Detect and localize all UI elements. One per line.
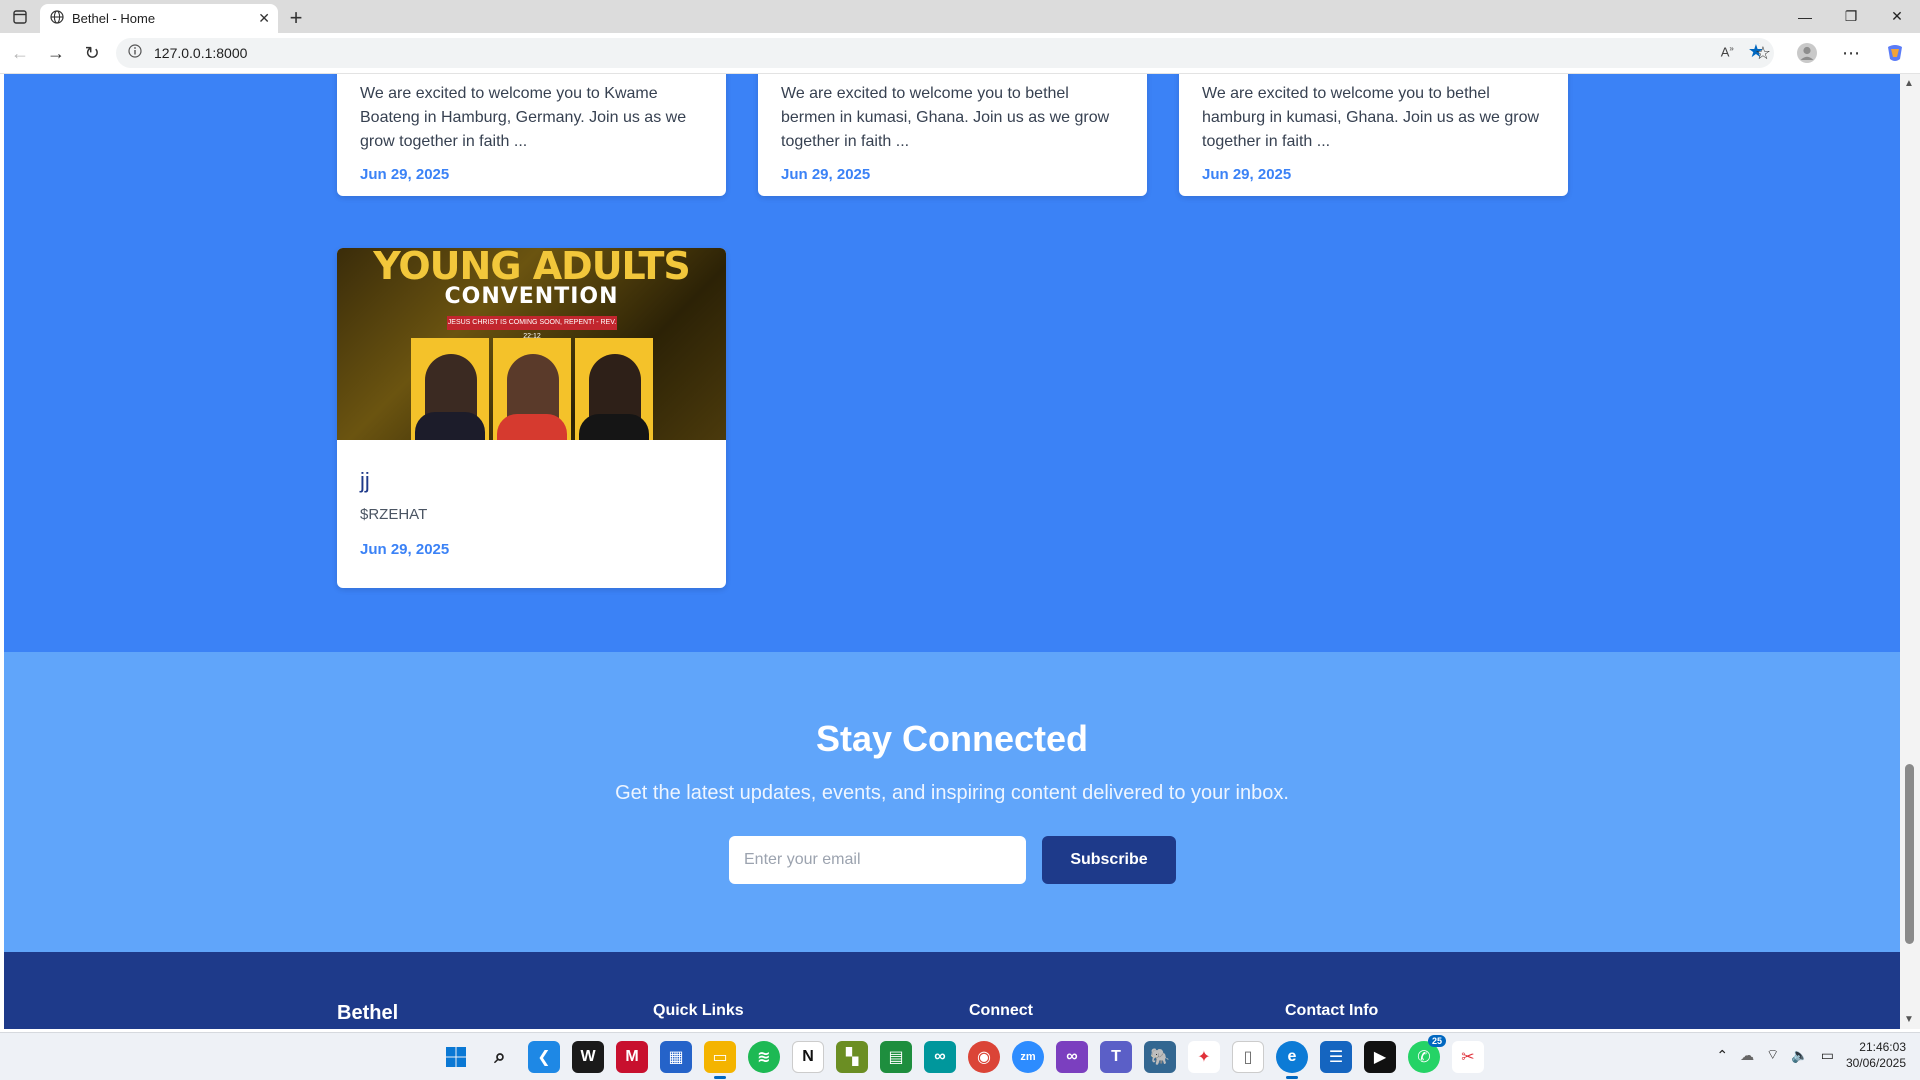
restore-icon[interactable]: ❐ bbox=[1828, 0, 1874, 33]
mcafee-icon[interactable]: M bbox=[616, 1041, 648, 1073]
whatsapp-badge: 25 bbox=[1427, 1035, 1446, 1047]
forward-icon[interactable]: → bbox=[38, 35, 74, 71]
sheets-icon[interactable]: ▤ bbox=[880, 1041, 912, 1073]
blog-card[interactable]: We are excited to welcome you to bethel … bbox=[758, 74, 1147, 196]
email-input[interactable] bbox=[729, 836, 1026, 884]
search-icon[interactable]: ⌕ bbox=[484, 1041, 516, 1073]
speaker-photo bbox=[493, 338, 571, 440]
close-tab-icon[interactable]: ✕ bbox=[258, 10, 270, 27]
card-date: Jun 29, 2025 bbox=[360, 166, 450, 183]
blog-section: We are excited to welcome you to Kwame B… bbox=[4, 74, 1900, 652]
read-aloud-icon[interactable]: A» bbox=[1721, 44, 1734, 59]
blog-card-featured[interactable]: YOUNG ADULTS CONVENTION JESUS CHRIST IS … bbox=[337, 248, 726, 588]
edge-icon[interactable]: e bbox=[1276, 1041, 1308, 1079]
battery-icon[interactable]: ▭ bbox=[1821, 1047, 1834, 1064]
footer: Bethel Quick Links Connect Contact Info bbox=[4, 952, 1900, 1029]
tab-actions-icon[interactable] bbox=[0, 0, 40, 33]
footer-heading-contact-info: Contact Info bbox=[1285, 1002, 1379, 1019]
visual-studio-icon[interactable]: ∞ bbox=[1056, 1041, 1088, 1073]
card-image[interactable]: YOUNG ADULTS CONVENTION JESUS CHRIST IS … bbox=[337, 248, 726, 440]
tab-bar: Bethel - Home ✕ + — ❐ ✕ bbox=[0, 0, 1920, 33]
address-bar[interactable]: 127.0.0.1:8000 A» ★ bbox=[116, 38, 1774, 68]
scroll-down-icon[interactable]: ▼ bbox=[1904, 1014, 1914, 1025]
scrollbar-thumb[interactable] bbox=[1905, 764, 1914, 944]
snipping-tool-icon[interactable]: ✂ bbox=[1452, 1041, 1484, 1073]
info-icon[interactable] bbox=[128, 43, 142, 63]
page-scrollbar[interactable]: ▲ ▼ bbox=[1900, 74, 1920, 1029]
cursor-icon[interactable]: ▶ bbox=[1364, 1041, 1396, 1073]
scroll-up-icon[interactable]: ▲ bbox=[1904, 78, 1914, 89]
card-excerpt: We are excited to welcome you to bethel … bbox=[1202, 85, 1540, 150]
zoom-icon[interactable]: zm bbox=[1012, 1041, 1044, 1073]
favorites-icon[interactable]: ☆ bbox=[1746, 36, 1780, 70]
vscode-icon[interactable]: ❮ bbox=[528, 1041, 560, 1073]
webstorm-icon[interactable]: W bbox=[572, 1041, 604, 1073]
browser-tab[interactable]: Bethel - Home ✕ bbox=[40, 4, 278, 33]
more-options-icon[interactable]: ⋯ bbox=[1834, 36, 1868, 70]
card-date: Jun 29, 2025 bbox=[781, 166, 871, 183]
clock[interactable]: 21:46:03 30/06/2025 bbox=[1846, 1039, 1906, 1071]
page-viewport: We are excited to welcome you to Kwame B… bbox=[4, 74, 1900, 1029]
taskbar: ⌕ ❮ W M ▦ ▭ ≋ N ▚ ▤ ∞ ◉ zm ∞ T 🐘 ✦ ▯ e ☰… bbox=[0, 1032, 1920, 1080]
profile-avatar-icon[interactable] bbox=[1790, 36, 1824, 70]
notepad-icon[interactable]: ▯ bbox=[1232, 1041, 1264, 1073]
start-icon[interactable] bbox=[440, 1041, 472, 1073]
file-explorer-icon[interactable]: ▭ bbox=[704, 1041, 736, 1079]
back-icon[interactable]: ← bbox=[2, 35, 38, 71]
image-banner: JESUS CHRIST IS COMING SOON, REPENT! - R… bbox=[447, 316, 617, 340]
volume-icon[interactable]: 🔈 bbox=[1791, 1047, 1808, 1064]
newsletter-subtitle: Get the latest updates, events, and insp… bbox=[615, 782, 1289, 804]
blog-card[interactable]: We are excited to welcome you to Kwame B… bbox=[337, 74, 726, 196]
subscribe-button[interactable]: Subscribe bbox=[1042, 836, 1176, 884]
footer-heading-quick-links: Quick Links bbox=[653, 1002, 744, 1019]
card-excerpt: We are excited to welcome you to Kwame B… bbox=[360, 85, 687, 150]
footer-heading-connect: Connect bbox=[969, 1002, 1033, 1019]
arduino-icon[interactable]: ∞ bbox=[924, 1041, 956, 1073]
image-title: YOUNG ADULTS bbox=[373, 248, 691, 288]
image-subtitle: CONVENTION bbox=[444, 284, 619, 309]
clock-date: 30/06/2025 bbox=[1845, 1056, 1906, 1070]
wifi-icon[interactable]: ⌔ bbox=[1766, 1046, 1779, 1064]
address-bar-row: ← → ↻ 127.0.0.1:8000 A» ★ ☆ ⋯ bbox=[0, 33, 1920, 74]
card-title[interactable]: jj bbox=[337, 440, 726, 494]
new-tab-button[interactable]: + bbox=[278, 3, 314, 33]
newsletter-title: Stay Connected bbox=[815, 718, 1089, 759]
clock-time: 21:46:03 bbox=[1859, 1040, 1906, 1054]
whatsapp-icon[interactable]: ✆ 25 bbox=[1408, 1035, 1446, 1073]
spotify-icon[interactable]: ≋ bbox=[748, 1041, 780, 1073]
card-excerpt: We are excited to welcome you to bethel … bbox=[781, 85, 1110, 150]
newsletter-section: Stay Connected Get the latest updates, e… bbox=[4, 652, 1900, 952]
globe-icon bbox=[50, 10, 64, 27]
speaker-photo bbox=[575, 338, 653, 440]
refresh-icon[interactable]: ↻ bbox=[74, 35, 110, 71]
store-icon[interactable]: ▦ bbox=[660, 1041, 692, 1073]
card-date: Jun 29, 2025 bbox=[1202, 166, 1292, 183]
card-author: $RZEHAT bbox=[360, 506, 428, 523]
copilot-icon[interactable] bbox=[1878, 36, 1912, 70]
url-text: 127.0.0.1:8000 bbox=[154, 45, 248, 61]
card-date: Jun 29, 2025 bbox=[360, 541, 450, 558]
chrome-icon[interactable]: ◉ bbox=[968, 1041, 1000, 1073]
app-icon-2[interactable]: ✦ bbox=[1188, 1041, 1220, 1073]
onedrive-icon[interactable]: ☁ bbox=[1740, 1047, 1754, 1064]
notes-icon[interactable]: ☰ bbox=[1320, 1041, 1352, 1073]
footer-brand: Bethel bbox=[337, 1002, 399, 1024]
tab-title: Bethel - Home bbox=[72, 11, 156, 26]
notion-icon[interactable]: N bbox=[792, 1041, 824, 1073]
teams-icon[interactable]: T bbox=[1100, 1041, 1132, 1073]
minimize-icon[interactable]: — bbox=[1782, 0, 1828, 33]
close-window-icon[interactable]: ✕ bbox=[1874, 0, 1920, 33]
blog-card[interactable]: We are excited to welcome you to bethel … bbox=[1179, 74, 1568, 196]
speaker-photo bbox=[411, 338, 489, 440]
app-icon[interactable]: ▚ bbox=[836, 1041, 868, 1073]
chevron-up-icon[interactable]: ⌃ bbox=[1716, 1047, 1728, 1064]
postgres-icon[interactable]: 🐘 bbox=[1144, 1041, 1176, 1073]
